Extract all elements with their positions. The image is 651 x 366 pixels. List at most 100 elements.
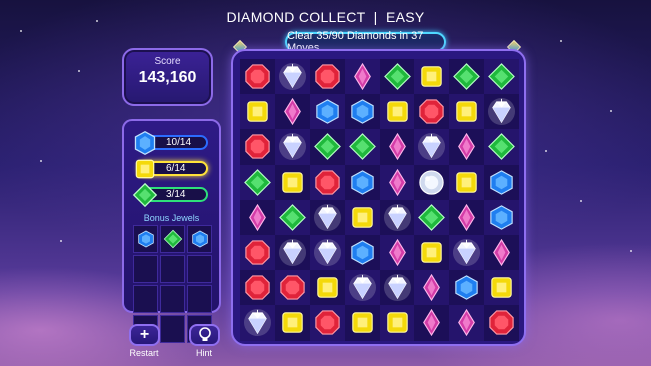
yellow-gem-icon[interactable] — [452, 97, 481, 126]
board-cell[interactable] — [240, 94, 275, 130]
board-cell[interactable] — [484, 165, 519, 200]
red-gem-icon[interactable] — [417, 97, 446, 126]
board-cell[interactable] — [379, 234, 415, 271]
purple-gem-icon[interactable] — [383, 238, 412, 267]
board-cell[interactable] — [345, 165, 380, 200]
purple-gem-icon[interactable] — [243, 203, 272, 232]
diamond-gem-icon[interactable] — [278, 62, 307, 91]
board-cell[interactable] — [240, 164, 275, 200]
green-gem-icon[interactable] — [383, 62, 412, 91]
red-gem-icon[interactable] — [243, 273, 272, 302]
board-cell[interactable] — [274, 59, 310, 95]
board-cell[interactable] — [484, 270, 520, 306]
board-cell[interactable] — [345, 305, 380, 340]
yellow-gem-icon[interactable] — [348, 308, 377, 337]
diamond-gem-icon[interactable] — [383, 273, 412, 302]
purple-gem-icon[interactable] — [452, 203, 481, 232]
board-cell[interactable] — [380, 59, 415, 94]
board-cell[interactable] — [274, 129, 310, 165]
hint-button[interactable] — [189, 324, 220, 346]
yellow-gem-icon[interactable] — [452, 168, 481, 197]
board-cell[interactable] — [275, 235, 310, 270]
board-cell[interactable] — [379, 305, 415, 341]
blue-gem-icon[interactable] — [452, 273, 481, 302]
diamond-gem-icon[interactable] — [313, 203, 342, 232]
board-cell[interactable] — [379, 164, 415, 200]
board-cell[interactable] — [344, 270, 380, 306]
board-cell[interactable] — [240, 234, 275, 271]
diamond-gem-icon[interactable] — [348, 273, 377, 302]
board-cell[interactable] — [380, 270, 415, 305]
yellow-gem-icon[interactable] — [278, 168, 307, 197]
diamond-gem-icon[interactable] — [313, 238, 342, 267]
board-cell[interactable] — [379, 94, 415, 130]
board-cell[interactable] — [240, 59, 275, 94]
board-cell[interactable] — [240, 200, 275, 235]
yellow-gem-icon[interactable] — [487, 273, 516, 302]
yellow-gem-icon[interactable] — [383, 97, 412, 126]
diamond-gem-icon[interactable] — [383, 203, 412, 232]
board-cell[interactable] — [449, 94, 485, 130]
purple-gem-icon[interactable] — [487, 238, 516, 267]
board-cell[interactable] — [380, 129, 415, 164]
board-cell[interactable] — [344, 129, 380, 165]
yellow-gem-icon[interactable] — [383, 308, 412, 337]
board-cell[interactable] — [310, 59, 345, 94]
yellow-gem-icon[interactable] — [417, 62, 446, 91]
board-cell[interactable] — [240, 305, 275, 341]
board-cell[interactable] — [484, 59, 520, 95]
purple-gem-icon[interactable] — [348, 62, 377, 91]
red-gem-icon[interactable] — [243, 132, 272, 161]
board-cell[interactable] — [240, 270, 275, 305]
board-cell[interactable] — [310, 200, 345, 235]
red-gem-icon[interactable] — [278, 273, 307, 302]
board-cell[interactable] — [309, 234, 345, 271]
board-cell[interactable] — [449, 270, 484, 305]
red-gem-icon[interactable] — [487, 308, 516, 337]
board-cell[interactable] — [484, 305, 519, 340]
board-cell[interactable] — [380, 200, 415, 235]
diamond-gem-icon[interactable] — [417, 132, 446, 161]
board-cell[interactable] — [275, 165, 310, 200]
green-gem-icon[interactable] — [278, 203, 307, 232]
diamond-gem-icon[interactable] — [452, 238, 481, 267]
board-cell[interactable] — [414, 129, 450, 165]
purple-gem-icon[interactable] — [383, 132, 412, 161]
yellow-gem-icon[interactable] — [417, 238, 446, 267]
blue-gem-icon[interactable] — [487, 203, 516, 232]
board-cell[interactable] — [449, 234, 485, 271]
white-gem-icon[interactable] — [417, 168, 446, 197]
blue-gem-icon[interactable] — [487, 168, 516, 197]
board-cell[interactable] — [274, 199, 310, 235]
green-gem-icon[interactable] — [487, 62, 516, 91]
purple-gem-icon[interactable] — [417, 273, 446, 302]
yellow-gem-icon[interactable] — [278, 308, 307, 337]
board-cell[interactable] — [414, 305, 449, 340]
yellow-gem-icon[interactable] — [313, 273, 342, 302]
board-cell[interactable] — [309, 94, 345, 130]
board-cell[interactable] — [449, 164, 485, 200]
green-gem-icon[interactable] — [313, 132, 342, 161]
board-cell[interactable] — [484, 235, 519, 270]
green-gem-icon[interactable] — [417, 203, 446, 232]
green-gem-icon[interactable] — [243, 168, 272, 197]
diamond-gem-icon[interactable] — [243, 308, 272, 337]
blue-gem-icon[interactable] — [348, 168, 377, 197]
board-cell[interactable] — [345, 94, 380, 129]
board-cell[interactable] — [274, 270, 310, 306]
restart-button[interactable]: + — [129, 324, 160, 346]
board-cell[interactable] — [414, 199, 450, 235]
board-cell[interactable] — [344, 59, 380, 95]
board-cell[interactable] — [449, 129, 484, 164]
green-gem-icon[interactable] — [452, 62, 481, 91]
board-cell[interactable] — [309, 305, 345, 341]
board-cell[interactable] — [310, 270, 345, 305]
red-gem-icon[interactable] — [243, 238, 272, 267]
board-cell[interactable] — [275, 94, 310, 129]
purple-gem-icon[interactable] — [383, 168, 412, 197]
board-cell[interactable] — [449, 305, 485, 341]
red-gem-icon[interactable] — [313, 308, 342, 337]
green-gem-icon[interactable] — [487, 132, 516, 161]
red-gem-icon[interactable] — [243, 62, 272, 91]
diamond-gem-icon[interactable] — [487, 97, 516, 126]
